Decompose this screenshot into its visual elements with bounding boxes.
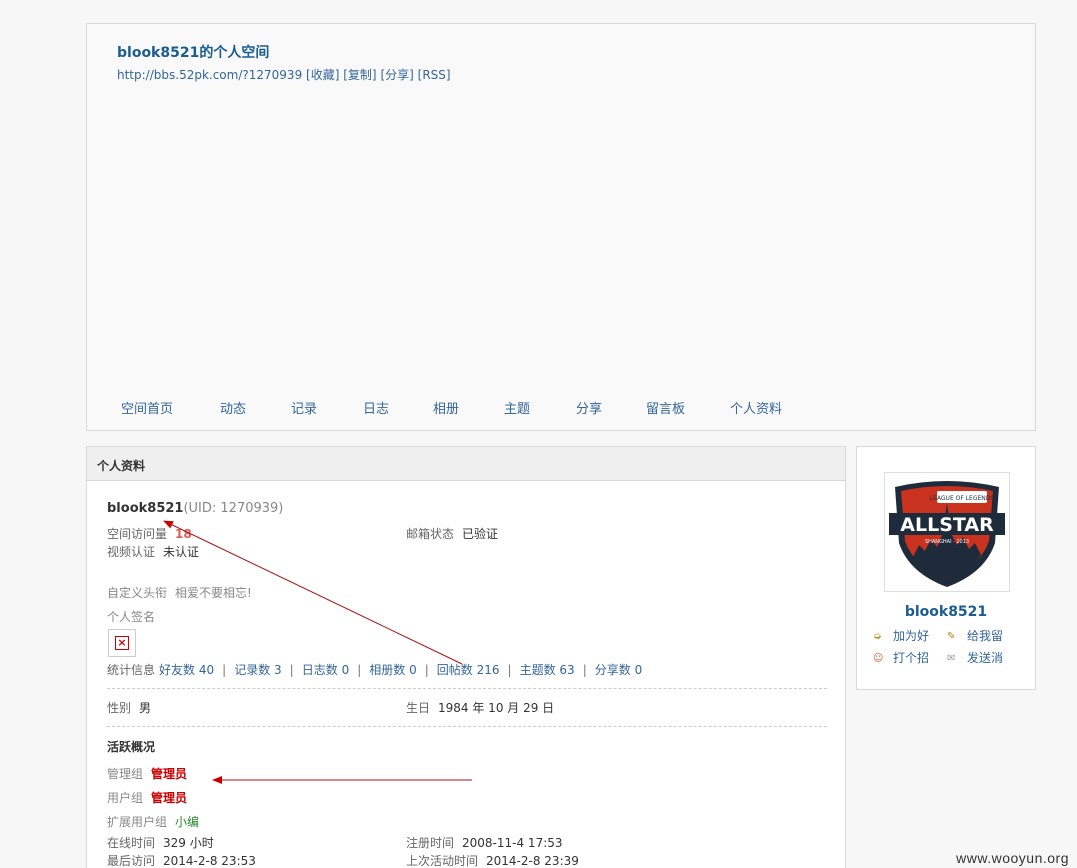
profile-panel: 个人资料 blook8521(UID: 1270939) 空间访问量 18 邮箱状… (86, 446, 846, 868)
custom-title-value: 相爱不要相忘! (175, 586, 252, 600)
leave-message-link[interactable]: ✎ 给我留 (947, 627, 1003, 644)
stat-shares[interactable]: 分享数 0 (595, 663, 642, 677)
nav-feed[interactable]: 动态 (220, 398, 246, 417)
video-label: 视频认证 (107, 545, 156, 559)
ext-group-row: 扩展用户组 小编 (107, 813, 199, 830)
nav-profile[interactable]: 个人资料 (730, 398, 782, 417)
online-label: 在线时间 (107, 836, 156, 850)
visits-label: 空间访问量 (107, 527, 168, 541)
divider (107, 726, 827, 727)
add-friend-link[interactable]: ➭ 加为好 (873, 627, 929, 644)
stats-label: 统计信息 (107, 663, 156, 677)
logo-top-text: LEAGUE OF LEGENDS (930, 495, 995, 502)
last-active-row: 上次活动时间 2014-2-8 23:39 (406, 852, 579, 868)
nav-share[interactable]: 分享 (576, 398, 602, 417)
signature-image: × (108, 629, 136, 657)
nav-blog[interactable]: 日志 (363, 398, 389, 417)
signature-label: 个人签名 (107, 610, 156, 624)
email-label: 邮箱状态 (406, 527, 455, 541)
nav-topics[interactable]: 主题 (504, 398, 530, 417)
online-value: 329 小时 (163, 836, 214, 850)
nav-guestbook[interactable]: 留言板 (646, 398, 685, 417)
add-friend-icon: ➭ (873, 630, 882, 642)
last-active-label: 上次活动时间 (406, 854, 479, 868)
stat-albums[interactable]: 相册数 0 (369, 663, 416, 677)
send-message-link[interactable]: ✉ 发送消 (947, 649, 1003, 666)
logo-sub-text: SHANGHAI · 2013 (925, 539, 969, 545)
custom-title-label: 自定义头衔 (107, 586, 168, 600)
custom-title-row: 自定义头衔 相爱不要相忘! (107, 584, 252, 601)
register-value: 2008-11-4 17:53 (462, 836, 563, 850)
user-group-link[interactable]: 管理员 (151, 791, 187, 805)
stat-topics[interactable]: 主题数 63 (520, 663, 575, 677)
admin-group-row: 管理组 管理员 (107, 765, 187, 782)
profile-username: blook8521 (107, 501, 184, 516)
stat-replies[interactable]: 回帖数 216 (437, 663, 500, 677)
stats-row: 统计信息 好友数 40 | 记录数 3 | 日志数 0 | 相册数 0 | 回帖数 216 | 主题数… (107, 663, 643, 677)
allstar-logo-image: LEAGUE OF LEGENDS ALLSTAR SHANGHAI · 201… (889, 481, 1005, 587)
poke-icon: ☺ (873, 652, 884, 664)
sidebar-username[interactable]: blook8521 (857, 604, 1035, 620)
watermark: www.wooyun.org (956, 850, 1069, 866)
register-row: 注册时间 2008-11-4 17:53 (406, 834, 563, 851)
user-sidebar: LEAGUE OF LEGENDS ALLSTAR SHANGHAI · 201… (856, 446, 1036, 690)
gender-label: 性别 (107, 701, 132, 715)
rss-link[interactable]: [RSS] (418, 68, 451, 82)
online-row: 在线时间 329 小时 (107, 834, 214, 851)
birthday-label: 生日 (406, 701, 431, 715)
pencil-icon: ✎ (947, 630, 956, 642)
gender-row: 性别男 (107, 699, 151, 716)
share-link[interactable]: [分享] (380, 68, 413, 82)
stat-friends[interactable]: 好友数 40 (159, 663, 214, 677)
profile-heading: 个人资料 (87, 447, 845, 481)
username-line: blook8521(UID: 1270939) (107, 501, 283, 516)
last-visit-value: 2014-2-8 23:53 (163, 854, 256, 868)
gender-value: 男 (139, 701, 152, 715)
space-url-link[interactable]: http://bbs.52pk.com/?1270939 (117, 68, 302, 82)
birthday-row: 生日 1984 年 10 月 29 日 (406, 699, 554, 716)
video-row: 视频认证 未认证 (107, 543, 199, 560)
avatar[interactable]: LEAGUE OF LEGENDS ALLSTAR SHANGHAI · 201… (884, 472, 1010, 592)
divider (107, 688, 827, 689)
visits-row: 空间访问量 18 (107, 525, 192, 542)
admin-group-label: 管理组 (107, 767, 144, 781)
favorite-link[interactable]: [收藏] (306, 68, 339, 82)
activity-heading: 活跃概况 (107, 740, 156, 754)
ext-group-link[interactable]: 小编 (175, 815, 199, 829)
stat-blogs[interactable]: 日志数 0 (302, 663, 349, 677)
birthday-value: 1984 年 10 月 29 日 (438, 701, 555, 715)
register-label: 注册时间 (406, 836, 455, 850)
nav-album[interactable]: 相册 (433, 398, 459, 417)
space-url-bar: http://bbs.52pk.com/?1270939 [收藏] [复制] [… (117, 66, 451, 83)
space-header: blook8521的个人空间 http://bbs.52pk.com/?1270… (86, 23, 1036, 431)
email-row: 邮箱状态 已验证 (406, 525, 498, 542)
last-active-value: 2014-2-8 23:39 (486, 854, 579, 868)
user-group-row: 用户组 管理员 (107, 789, 187, 806)
last-visit-label: 最后访问 (107, 854, 156, 868)
user-group-label: 用户组 (107, 791, 144, 805)
space-nav: 空间首页 动态 记录 日志 相册 主题 分享 留言板 个人资料 (87, 398, 1035, 418)
ext-group-label: 扩展用户组 (107, 815, 168, 829)
last-visit-row: 最后访问 2014-2-8 23:53 (107, 852, 256, 868)
poke-link[interactable]: ☺ 打个招 (873, 649, 929, 666)
space-title-link[interactable]: blook8521的个人空间 (117, 42, 269, 62)
admin-group-link[interactable]: 管理员 (151, 767, 187, 781)
video-value: 未认证 (163, 545, 200, 559)
envelope-icon: ✉ (947, 652, 956, 664)
profile-uid: (UID: 1270939) (183, 501, 284, 516)
email-value: 已验证 (462, 527, 499, 541)
nav-home[interactable]: 空间首页 (121, 398, 173, 417)
nav-records[interactable]: 记录 (291, 398, 317, 417)
copy-link[interactable]: [复制] (343, 68, 376, 82)
broken-image-icon: × (115, 636, 129, 650)
visits-value: 18 (175, 527, 192, 541)
logo-main-text: ALLSTAR (900, 514, 994, 536)
stat-records[interactable]: 记录数 3 (234, 663, 281, 677)
